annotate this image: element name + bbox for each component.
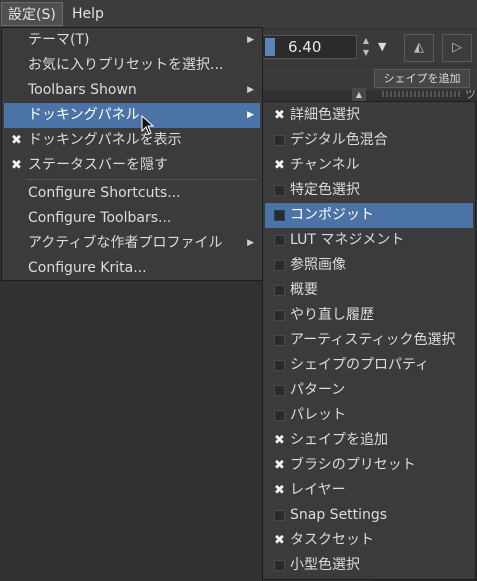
drag-handle[interactable] [382,91,462,97]
check-icon: ✖ [11,133,22,148]
submenu-arrow-icon: ▶ [247,35,254,45]
checkbox-icon [274,560,285,571]
menu-item-toolbars-shown[interactable]: Toolbars Shown ▶ [4,78,260,103]
menu-item-configure-shortcuts[interactable]: Configure Shortcuts... [4,181,260,206]
check-icon: ✖ [274,158,285,173]
menu-item-dockers[interactable]: ドッキングパネル ▶ [4,103,260,128]
docker-add-shape[interactable]: ✖ シェイプを追加 [265,428,473,453]
menu-item-configure-toolbars[interactable]: Configure Toolbars... [4,206,260,231]
checkbox-icon [274,260,285,271]
docker-overview[interactable]: 概要 [265,278,473,303]
dockers-submenu: ✖ 詳細色選択 デジタル色混合 ✖ チャンネル 特定色選択 コンポジット LUT マ… [262,101,476,580]
spin-buttons[interactable]: ▲ ▼ [359,35,373,59]
docker-artistic-color-selector[interactable]: アーティスティック色選択 [265,328,473,353]
docker-channels[interactable]: ✖ チャンネル [265,153,473,178]
checkbox-icon [274,510,285,521]
checkbox-icon [274,360,285,371]
submenu-arrow-icon: ▶ [247,238,254,248]
docker-layers[interactable]: ✖ レイヤー [265,478,473,503]
checkbox-icon [274,285,285,296]
docker-task-sets[interactable]: ✖ タスクセット [265,528,473,553]
mirror-vertical-icon[interactable]: ▷ [442,34,472,62]
docker-advanced-color-selector[interactable]: ✖ 詳細色選択 [265,103,473,128]
check-icon: ✖ [11,158,22,173]
submenu-arrow-icon: ▶ [247,85,254,95]
docker-brush-presets[interactable]: ✖ ブラシのプリセット [265,453,473,478]
menu-item-theme[interactable]: テーマ(T) ▶ [4,28,260,53]
brush-size-value: 6.40 [288,38,322,56]
settings-menu: テーマ(T) ▶ お気に入りプリセットを選択... Toolbars Shown… [1,27,263,281]
add-shape-button[interactable]: シェイプを追加 [374,69,470,88]
docker-snap-settings[interactable]: Snap Settings [265,503,473,528]
docker-digital-color-mixer[interactable]: デジタル色混合 [265,128,473,153]
docker-compositions[interactable]: コンポジット [265,203,473,228]
menu-separator [26,179,258,180]
check-icon: ✖ [274,483,285,498]
docker-shape-properties[interactable]: シェイプのプロパティ [265,353,473,378]
docker-patterns[interactable]: パターン [265,378,473,403]
docker-palette[interactable]: パレット [265,403,473,428]
checkbox-icon [274,410,285,421]
menu-item-author-profile[interactable]: アクティブな作者プロファイル ▶ [4,231,260,256]
docker-small-color-selector[interactable]: 小型色選択 [265,553,473,578]
submenu-arrow-icon: ▶ [247,110,254,120]
panel-tab-label: ツ [465,88,476,101]
check-icon: ✖ [274,533,285,548]
check-icon: ✖ [274,458,285,473]
checkbox-icon [274,385,285,396]
scroll-up-icon[interactable]: ▲ [352,88,366,102]
menu-item-configure-krita[interactable]: Configure Krita... [4,256,260,281]
mouse-pointer-icon [141,115,155,135]
docker-lut-management[interactable]: LUT マネジメント [265,228,473,253]
check-icon: ✖ [274,108,285,123]
menu-item-show-dockers[interactable]: ✖ ドッキングパネルを表示 [4,128,260,153]
checkbox-icon [274,135,285,146]
menubar: 設定(S) Help [0,0,477,28]
checkbox-icon [274,310,285,321]
docker-reference-images[interactable]: 参照画像 [265,253,473,278]
checkbox-icon [274,210,285,221]
slider-fill [265,38,275,56]
docker-specific-color-selector[interactable]: 特定色選択 [265,178,473,203]
mirror-horizontal-icon[interactable]: ◭ [404,34,434,62]
menu-help[interactable]: Help [66,2,110,26]
menu-item-favorite-presets[interactable]: お気に入りプリセットを選択... [4,53,260,78]
checkbox-icon [274,185,285,196]
checkbox-icon [274,235,285,246]
docker-undo-history[interactable]: やり直し履歴 [265,303,473,328]
check-icon: ✖ [274,433,285,448]
dropdown-arrow-icon[interactable]: ▼ [378,38,392,56]
checkbox-icon [274,335,285,346]
menu-item-hide-statusbar[interactable]: ✖ ステータスバーを隠す [4,153,260,178]
menu-settings[interactable]: 設定(S) [1,2,63,26]
